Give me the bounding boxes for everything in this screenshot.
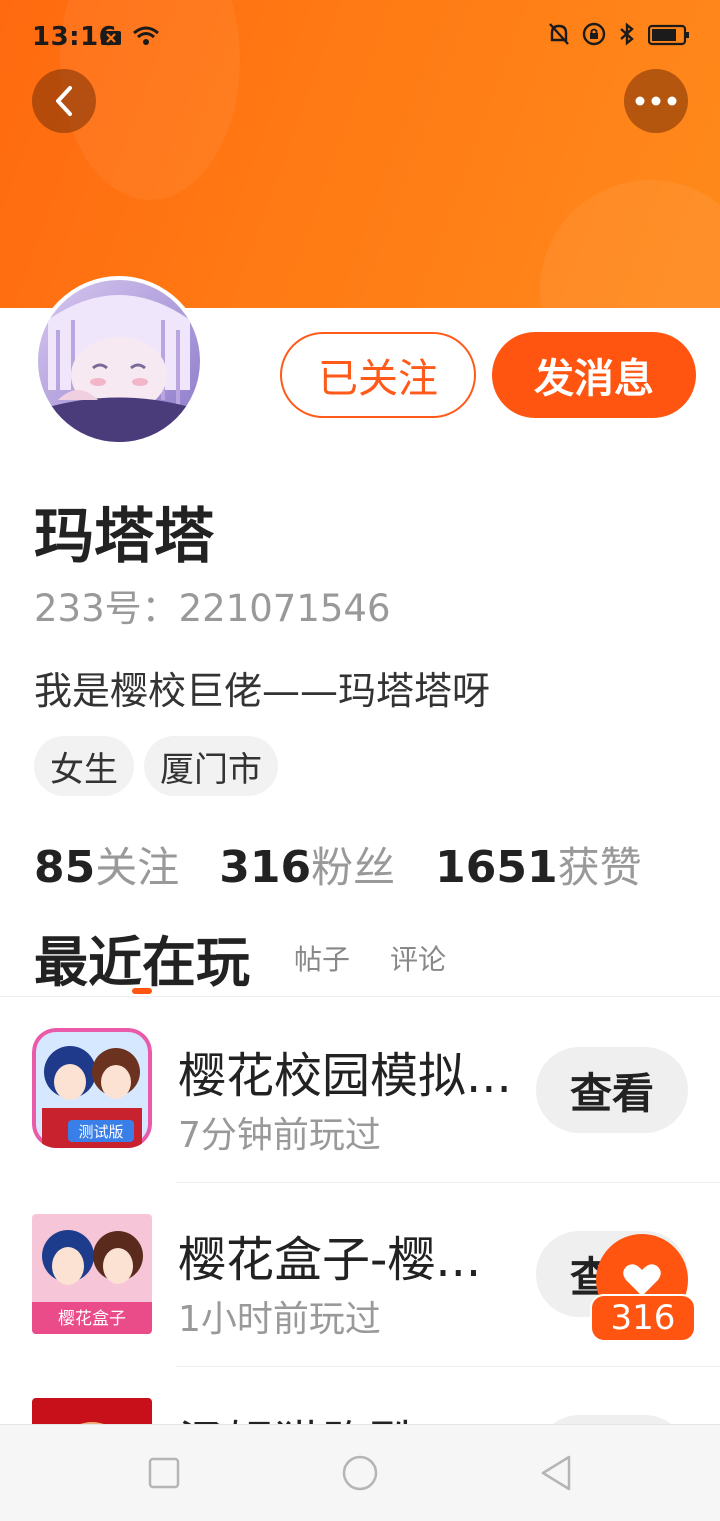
- game-icon-badge: 测试版: [78, 1123, 123, 1141]
- following-button[interactable]: 已关注: [280, 332, 476, 418]
- stat-following[interactable]: 85关注: [34, 834, 179, 895]
- profile-name: 玛塔塔: [34, 502, 214, 572]
- gender-tag: 女生: [34, 736, 134, 796]
- like-count-badge: 316: [590, 1294, 696, 1342]
- profile-tabs: 最近在玩 帖子 评论: [34, 918, 694, 996]
- divider: [0, 996, 720, 997]
- tab-recently-played[interactable]: 最近在玩: [34, 918, 250, 997]
- profile-uid: 233号：221071546: [34, 587, 391, 630]
- game-icon: [32, 1398, 152, 1424]
- system-back-button[interactable]: [536, 1453, 576, 1493]
- game-icon: 测试版: [32, 1028, 152, 1148]
- game-title: 汤姆猫跑酷: [178, 1404, 418, 1424]
- location-tag: 厦门市: [144, 736, 278, 796]
- stat-followers[interactable]: 316粉丝: [219, 834, 395, 895]
- more-options-button[interactable]: [624, 69, 688, 133]
- banner-decoration: [540, 180, 720, 308]
- game-icon-badge: 樱花盒子: [58, 1309, 126, 1329]
- tab-comments[interactable]: 评论: [390, 938, 446, 978]
- chevron-left-icon: [56, 86, 72, 116]
- list-item[interactable]: 测试版 樱花校园模拟... 7分钟前玩过 查看: [0, 1000, 720, 1184]
- send-message-button[interactable]: 发消息: [492, 332, 696, 418]
- status-bar: 13:16: [0, 0, 720, 70]
- back-button[interactable]: [32, 69, 96, 133]
- heart-icon: [623, 1264, 661, 1296]
- divider: [176, 1182, 720, 1183]
- game-last-played: 7分钟前玩过: [178, 1115, 381, 1156]
- profile-bio: 我是樱校巨佬——玛塔塔呀: [34, 669, 491, 713]
- home-button[interactable]: [340, 1453, 380, 1493]
- battery-icon: [647, 23, 690, 53]
- mute-bell-icon: [548, 22, 570, 53]
- tab-posts[interactable]: 帖子: [294, 938, 350, 978]
- notification-x-icon: [100, 24, 122, 54]
- view-game-button[interactable]: 查看: [536, 1415, 688, 1424]
- list-item[interactable]: 汤姆猫跑酷 查看: [0, 1368, 720, 1424]
- profile-tags: 女生 厦门市: [34, 736, 278, 796]
- game-title: 樱花盒子-樱...: [178, 1232, 482, 1288]
- wifi-icon: [132, 24, 160, 54]
- rotation-lock-icon: [582, 22, 606, 53]
- game-icon: 樱花盒子: [32, 1214, 152, 1334]
- recent-apps-button[interactable]: [144, 1453, 184, 1493]
- avatar[interactable]: [34, 276, 204, 446]
- tab-active-indicator: [132, 988, 152, 994]
- circle-icon: [342, 1455, 378, 1491]
- square-icon: [148, 1457, 180, 1489]
- game-last-played: 1小时前玩过: [178, 1299, 381, 1340]
- bluetooth-icon: [618, 22, 636, 53]
- divider: [176, 1366, 720, 1367]
- profile-stats: 85关注 316粉丝 1651获赞: [34, 834, 642, 895]
- view-game-button[interactable]: 查看: [536, 1047, 688, 1133]
- game-title: 樱花校园模拟...: [178, 1048, 512, 1104]
- system-navigation-bar: [0, 1424, 720, 1521]
- more-dots-icon: [635, 96, 677, 106]
- triangle-back-icon: [541, 1455, 571, 1491]
- stat-likes: 1651获赞: [435, 842, 642, 893]
